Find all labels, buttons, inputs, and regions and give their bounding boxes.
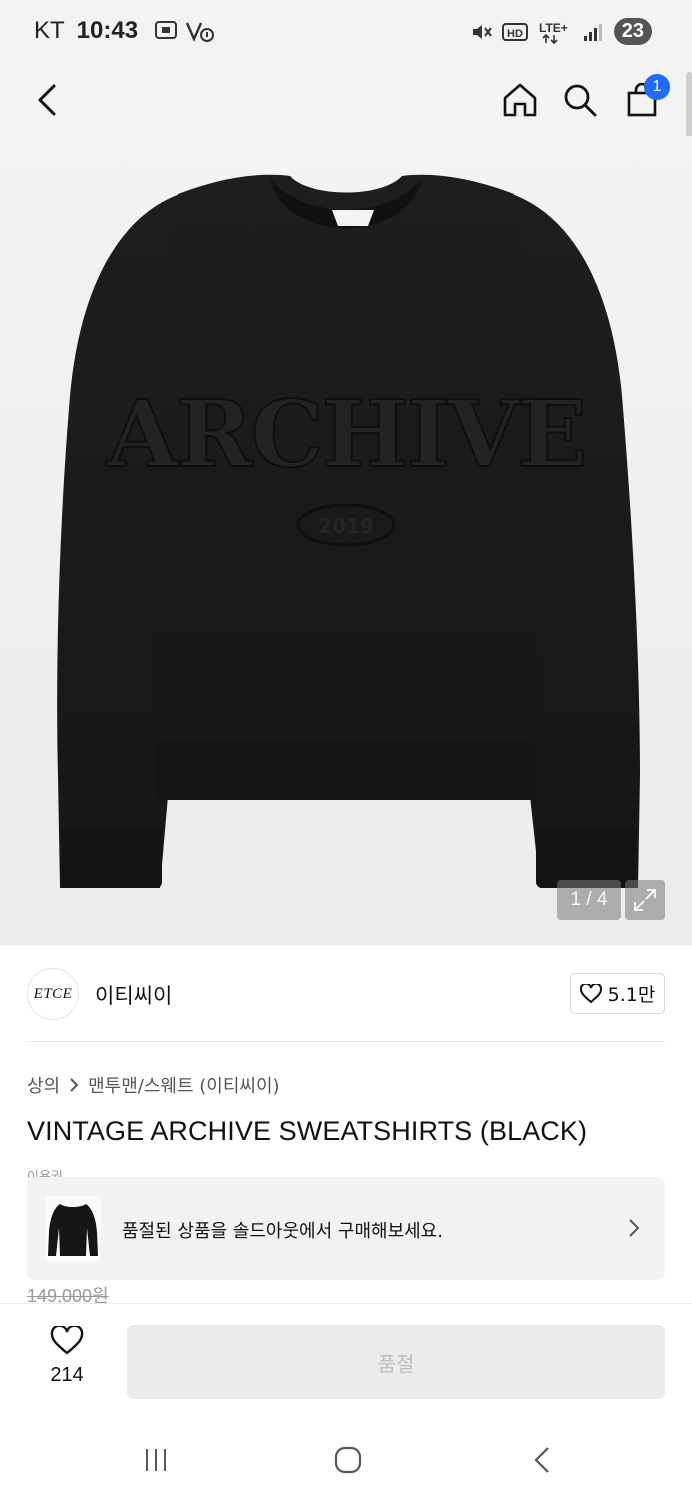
sweatshirt-thumbnail [48,1204,98,1256]
back-button[interactable] [24,76,72,124]
product-like-button[interactable]: 214 [40,1324,94,1387]
breadcrumb-subcategory[interactable]: 맨투맨/스웨트 (이티씨이) [88,1072,279,1098]
carrier-label: KT [34,17,65,44]
soldout-text: 품절된 상품을 솔드아웃에서 구매해보세요. [122,1221,443,1242]
signal-bars-icon [583,23,602,41]
status-bar: KT 10:43 HD LTE+ 23 [0,0,692,66]
image-counter: 1 / 4 [557,880,621,920]
purchase-bar: 214 품절 [0,1303,692,1421]
hd-voice-icon: HD [501,22,528,41]
home-system-button[interactable] [328,1443,368,1477]
soldout-thumbnail [45,1196,101,1262]
soldout-banner[interactable]: 품절된 상품을 솔드아웃에서 구매해보세요. [27,1177,665,1280]
year-print: 2019 [318,514,374,538]
cart-button[interactable]: 1 [618,74,670,124]
brand-row: ETCE 이티씨이 5.1만 [0,946,692,1042]
notification-icons [154,19,215,43]
status-left: KT 10:43 [34,17,215,45]
vibrate-icon [472,24,492,39]
home-circle-icon [334,1446,362,1474]
fullscreen-button[interactable] [625,880,665,920]
sweatshirt-image: ARCHIVE 2019 [57,174,640,888]
top-navigation: 1 [0,66,692,136]
mute-alert-icon [185,22,215,42]
lte-signal-icon: LTE+ [539,21,568,44]
chevron-left-icon [38,84,56,116]
system-navigation-bar [0,1421,692,1500]
recent-apps-icon [146,1449,166,1471]
battery-indicator: 23 [613,18,652,45]
product-title: VINTAGE ARCHIVE SWEATSHIRTS (BLACK) [27,1116,588,1146]
svg-text:HD: HD [507,28,523,40]
clock: 10:43 [76,17,139,44]
product-image-carousel[interactable]: ARCHIVE 2019 [0,136,692,946]
heart-outline-icon [579,983,602,1003]
soldout-chevron [627,1217,641,1243]
status-right: HD LTE+ 23 [470,18,652,45]
brand-like-button[interactable]: 5.1만 [570,973,665,1014]
breadcrumb: 상의 맨투맨/스웨트 (이티씨이) [27,1072,280,1098]
soldout-button[interactable]: 품절 [127,1325,665,1399]
search-icon [564,84,597,117]
chevron-right-icon [629,1219,640,1237]
heart-outline-icon [50,1324,84,1355]
recent-apps-button[interactable] [136,1443,176,1477]
cart-count-badge: 1 [644,74,670,100]
breadcrumb-category[interactable]: 상의 [27,1072,60,1098]
home-icon [503,83,537,117]
brand-logo[interactable]: ETCE [27,968,79,1020]
search-button[interactable] [556,76,604,124]
brand-name[interactable]: 이티씨이 [95,980,172,1010]
expand-icon [634,889,656,911]
brand-like-count: 5.1만 [607,984,656,1006]
chevron-right-icon [70,1078,79,1092]
screenshot-icon [155,21,178,39]
system-back-button[interactable] [522,1443,562,1477]
divider [27,1041,665,1042]
product-like-count: 214 [50,1364,84,1386]
svg-text:LTE+: LTE+ [539,21,568,35]
archive-print: ARCHIVE [106,380,586,488]
home-button[interactable] [496,76,544,124]
back-arrow-icon [534,1447,549,1473]
